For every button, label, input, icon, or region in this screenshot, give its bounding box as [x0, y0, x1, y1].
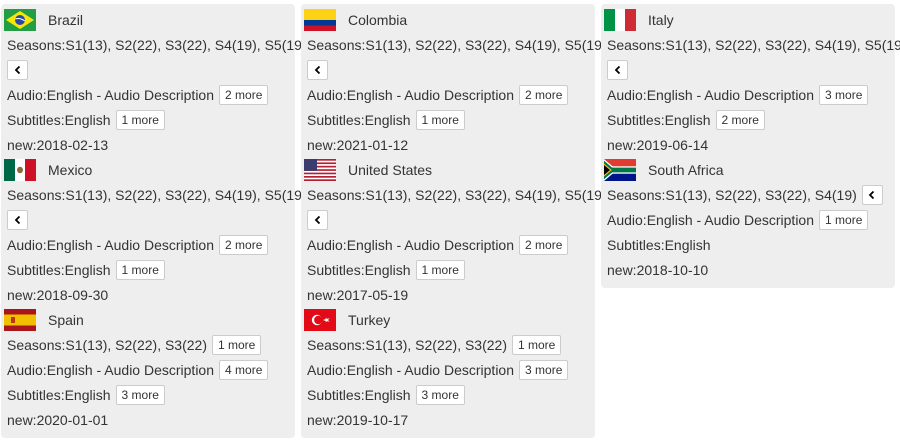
flag-united-states-icon [304, 159, 336, 181]
subtitles-text: Subtitles:English [307, 386, 411, 403]
subtitles-more-button[interactable]: 3 more [115, 384, 165, 405]
flag-mexico-icon [4, 159, 36, 181]
flag-turkey-icon [304, 309, 336, 331]
new-date: new:2018-10-10 [607, 261, 709, 278]
chevron-left-icon [869, 190, 875, 199]
audio-text: Audio:English - Audio Description [607, 211, 815, 228]
seasons-text: Seasons:S1(13), S2(22), S3(22), S4(19), … [607, 36, 900, 53]
new-date: new:2021-01-12 [307, 136, 409, 153]
collapse-button[interactable] [7, 209, 28, 230]
country-card-italy: Italy Seasons:S1(13), S2(22), S3(22), S4… [601, 4, 900, 163]
audio-text: Audio:English - Audio Description [7, 86, 215, 103]
subtitles-more-button[interactable]: 2 more [715, 109, 765, 130]
audio-text: Audio:English - Audio Description [307, 361, 515, 378]
audio-more-button[interactable]: 2 more [219, 234, 269, 255]
country-name: South Africa [648, 162, 724, 178]
collapse-button[interactable] [307, 59, 328, 80]
audio-more-button[interactable]: 4 more [219, 359, 269, 380]
country-card-south-africa: South Africa Seasons:S1(13), S2(22), S3(… [601, 154, 895, 288]
country-name: United States [348, 162, 433, 178]
audio-more-button[interactable]: 2 more [219, 84, 269, 105]
subtitles-text: Subtitles:English [307, 111, 411, 128]
subtitles-more-button[interactable]: 3 more [415, 384, 465, 405]
seasons-text: Seasons:S1(13), S2(22), S3(22) [7, 336, 207, 353]
chevron-left-icon [14, 65, 20, 74]
seasons-text: Seasons:S1(13), S2(22), S3(22), S4(19) [607, 186, 857, 203]
collapse-button[interactable] [607, 59, 628, 80]
new-date: new:2019-06-14 [607, 136, 709, 153]
subtitles-text: Subtitles:English [7, 261, 111, 278]
new-date: new:2017-05-19 [307, 286, 409, 303]
flag-colombia-icon [304, 9, 336, 31]
new-date: new:2019-10-17 [307, 411, 409, 428]
seasons-text: Seasons:S1(13), S2(22), S3(22) [307, 336, 507, 353]
flag-south-africa-icon [604, 159, 636, 181]
subtitles-text: Subtitles:English [7, 111, 111, 128]
country-name: Spain [48, 312, 84, 328]
subtitles-text: Subtitles:English [307, 261, 411, 278]
country-card-brazil: Brazil Seasons:S1(13), S2(22), S3(22), S… [1, 4, 307, 163]
country-name: Mexico [48, 162, 93, 178]
flag-italy-icon [604, 9, 636, 31]
chevron-left-icon [314, 215, 320, 224]
chevron-left-icon [314, 65, 320, 74]
seasons-more-button[interactable]: 1 more [212, 334, 262, 355]
country-card-mexico: Mexico Seasons:S1(13), S2(22), S3(22), S… [1, 154, 307, 313]
seasons-text: Seasons:S1(13), S2(22), S3(22), S4(19), … [7, 36, 307, 53]
chevron-left-icon [614, 65, 620, 74]
flag-brazil-icon [4, 9, 36, 31]
country-name: Turkey [348, 312, 391, 328]
audio-text: Audio:English - Audio Description [7, 236, 215, 253]
country-name: Italy [648, 12, 674, 28]
country-name: Brazil [48, 12, 84, 28]
subtitles-text: Subtitles:English [607, 111, 711, 128]
country-availability-grid: Brazil Seasons:S1(13), S2(22), S3(22), S… [0, 0, 900, 441]
subtitles-text: Subtitles:English [7, 386, 111, 403]
subtitles-more-button[interactable]: 1 more [415, 109, 465, 130]
audio-more-button[interactable]: 2 more [519, 84, 569, 105]
new-date: new:2020-01-01 [7, 411, 109, 428]
flag-spain-icon [4, 309, 36, 331]
audio-more-button[interactable]: 3 more [519, 359, 569, 380]
country-name: Colombia [348, 12, 408, 28]
seasons-text: Seasons:S1(13), S2(22), S3(22), S4(19), … [7, 186, 307, 203]
audio-more-button[interactable]: 3 more [819, 84, 869, 105]
audio-text: Audio:English - Audio Description [307, 86, 515, 103]
subtitles-more-button[interactable]: 1 more [115, 109, 165, 130]
seasons-text: Seasons:S1(13), S2(22), S3(22), S4(19), … [307, 36, 607, 53]
country-card-turkey: Turkey Seasons:S1(13), S2(22), S3(22) 1 m… [301, 304, 595, 438]
seasons-more-button[interactable]: 1 more [512, 334, 562, 355]
audio-more-button[interactable]: 2 more [519, 234, 569, 255]
subtitles-more-button[interactable]: 1 more [415, 259, 465, 280]
collapse-button[interactable] [7, 59, 28, 80]
audio-text: Audio:English - Audio Description [7, 361, 215, 378]
audio-text: Audio:English - Audio Description [607, 86, 815, 103]
subtitles-text: Subtitles:English [607, 236, 711, 253]
chevron-left-icon [14, 215, 20, 224]
subtitles-more-button[interactable]: 1 more [115, 259, 165, 280]
collapse-button[interactable] [307, 209, 328, 230]
audio-text: Audio:English - Audio Description [307, 236, 515, 253]
audio-more-button[interactable]: 1 more [819, 209, 869, 230]
new-date: new:2018-09-30 [7, 286, 109, 303]
seasons-text: Seasons:S1(13), S2(22), S3(22), S4(19), … [307, 186, 607, 203]
new-date: new:2018-02-13 [7, 136, 109, 153]
country-card-spain: Spain Seasons:S1(13), S2(22), S3(22) 1 mo… [1, 304, 295, 438]
country-card-united-states: United States Seasons:S1(13), S2(22), S3… [301, 154, 607, 313]
country-card-colombia: Colombia Seasons:S1(13), S2(22), S3(22),… [301, 4, 607, 163]
collapse-button[interactable] [861, 184, 883, 205]
